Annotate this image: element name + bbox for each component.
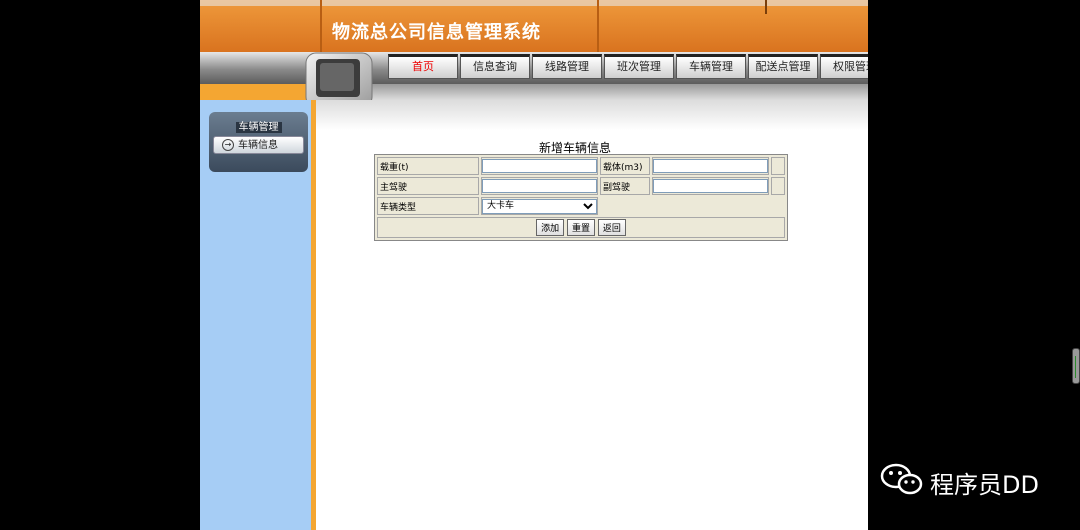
tab-home[interactable]: 首页 bbox=[388, 54, 458, 79]
app-title: 物流总公司信息管理系统 bbox=[332, 22, 541, 43]
header-topline bbox=[200, 0, 868, 6]
watermark: 程序员DD bbox=[880, 462, 1039, 502]
tab-permission-management[interactable]: 权限管理 bbox=[820, 54, 868, 79]
app-window: 物流总公司信息管理系统 首页 信息查询 线路管理 班次管理 车辆管理 配送点管理… bbox=[200, 0, 868, 530]
sidebar-item-label: 车辆信息 bbox=[238, 140, 278, 151]
header-banner: 物流总公司信息管理系统 bbox=[200, 0, 868, 52]
reset-button[interactable]: 重置 bbox=[566, 219, 595, 236]
load-input[interactable] bbox=[482, 159, 597, 173]
driver-input[interactable] bbox=[482, 179, 597, 193]
wechat-icon bbox=[880, 462, 924, 502]
tab-vehicle-management[interactable]: 车辆管理 bbox=[676, 54, 746, 79]
vehicle-type-select[interactable]: 大卡车 bbox=[482, 198, 597, 214]
codriver-input[interactable] bbox=[653, 179, 768, 193]
sidebar-item-vehicle-info[interactable]: → 车辆信息 bbox=[213, 136, 304, 154]
gray-band bbox=[200, 84, 868, 100]
form-actions: 添加 重置 返回 bbox=[377, 217, 785, 238]
header-divider bbox=[765, 0, 767, 14]
volume-input[interactable] bbox=[653, 159, 768, 173]
scrollbar-thumb[interactable] bbox=[1072, 348, 1080, 384]
tab-shift-management[interactable]: 班次管理 bbox=[604, 54, 674, 79]
main-content: 新增车辆信息 载重(t) 载体(m3) 主驾驶 副驾驶 车辆类型 大卡车 添加 … bbox=[316, 100, 868, 530]
arrow-right-icon: → bbox=[222, 139, 234, 151]
vehicle-type-label: 车辆类型 bbox=[377, 197, 479, 215]
sidebar-menu-title: 车辆管理 bbox=[209, 118, 308, 133]
tab-route-management[interactable]: 线路管理 bbox=[532, 54, 602, 79]
tab-delivery-point-management[interactable]: 配送点管理 bbox=[748, 54, 818, 79]
load-label: 载重(t) bbox=[377, 157, 479, 175]
sidebar-menu: 车辆管理 → 车辆信息 bbox=[209, 112, 308, 172]
back-button[interactable]: 返回 bbox=[597, 219, 626, 236]
watermark-text: 程序员DD bbox=[930, 470, 1039, 499]
main-nav: 首页 信息查询 线路管理 班次管理 车辆管理 配送点管理 权限管理 bbox=[388, 54, 868, 79]
add-button[interactable]: 添加 bbox=[536, 219, 565, 236]
driver-label: 主驾驶 bbox=[377, 177, 479, 195]
tab-info-query[interactable]: 信息查询 bbox=[460, 54, 530, 79]
volume-label: 载体(m3) bbox=[600, 157, 650, 175]
vehicle-form: 载重(t) 载体(m3) 主驾驶 副驾驶 车辆类型 大卡车 添加 重置 返回 bbox=[374, 154, 788, 241]
content-fade bbox=[316, 100, 868, 130]
codriver-label: 副驾驶 bbox=[600, 177, 650, 195]
header-divider bbox=[597, 0, 599, 52]
scrollbar-grip bbox=[1075, 356, 1076, 378]
